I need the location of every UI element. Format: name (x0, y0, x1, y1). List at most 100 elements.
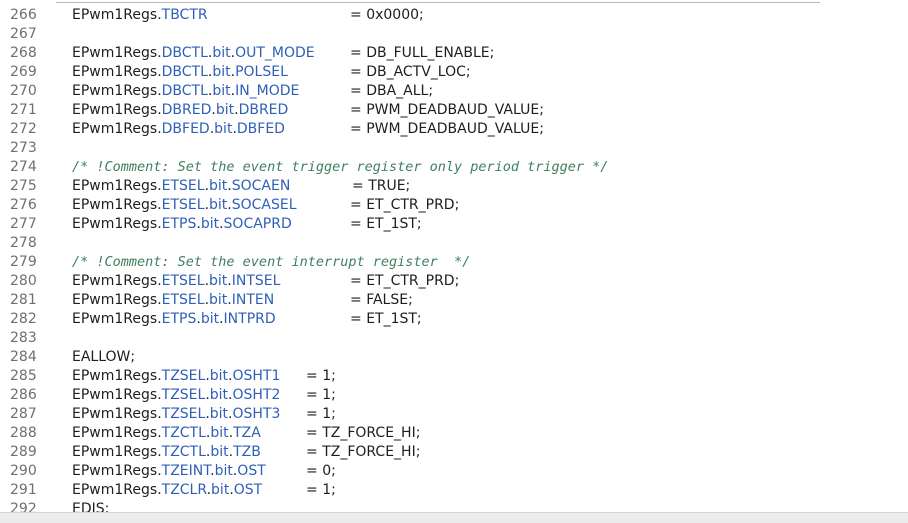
code-text: EPwm1Regs.DBCTL.bit.OUT_MODE (72, 44, 315, 63)
register-field: OST (237, 463, 266, 479)
code-line[interactable]: 288 EPwm1Regs.TZCTL.bit.TZA = TZ_FORCE_HI; (0, 424, 908, 443)
code-editor[interactable]: 266 EPwm1Regs.TBCTR = 0x0000; 267 268 EPwm1Re… (0, 0, 908, 523)
code-line[interactable]: 282 EPwm1Regs.ETPS.bit.INTPRD = ET_1ST; (0, 310, 908, 329)
register-object: EPwm1Regs (72, 292, 158, 308)
assigned-value: DBA_ALL; (366, 83, 434, 99)
line-number: 278 (10, 235, 37, 251)
register-object: EPwm1Regs (72, 121, 158, 137)
code-line[interactable]: 275 EPwm1Regs.ETSEL.bit.SOCAEN = TRUE; (0, 177, 908, 196)
assign-operator: = (350, 311, 362, 327)
code-line[interactable]: 285 EPwm1Regs.TZSEL.bit.OSHT1 = 1; (0, 367, 908, 386)
assign-operator: = (350, 121, 362, 137)
register-field: bit (212, 45, 231, 61)
code-line[interactable]: 271 EPwm1Regs.DBRED.bit.DBRED = PWM_DEADBA… (0, 101, 908, 120)
code-text: EPwm1Regs.DBCTL.bit.IN_MODE (72, 82, 299, 101)
assigned-value: FALSE; (366, 292, 413, 308)
assign-operator: = (306, 368, 318, 384)
assignment-rhs: = 1; (306, 405, 336, 424)
code-line[interactable]: 272 EPwm1Regs.DBFED.bit.DBFED = PWM_DEADBA… (0, 120, 908, 139)
code-text: EPwm1Regs.TZSEL.bit.OSHT1 (72, 367, 280, 386)
code-line[interactable]: 270 EPwm1Regs.DBCTL.bit.IN_MODE = DBA_ALL; (0, 82, 908, 101)
assigned-value: TZ_FORCE_HI; (322, 425, 421, 441)
register-object: EPwm1Regs (72, 197, 158, 213)
code-line[interactable]: 278 (0, 234, 908, 253)
code-lines: 266 EPwm1Regs.TBCTR = 0x0000; 267 268 EPwm1Re… (0, 6, 908, 519)
line-number: 270 (10, 83, 37, 99)
register-field: ETPS (161, 311, 197, 327)
register-field: DBRED (161, 102, 212, 118)
assigned-value: PWM_DEADBAUD_VALUE; (366, 102, 544, 118)
code-line[interactable]: 283 (0, 329, 908, 348)
code-line[interactable]: 267 (0, 25, 908, 44)
line-number: 281 (10, 292, 37, 308)
code-text: EPwm1Regs.TZCLR.bit.OST (72, 481, 262, 500)
line-number: 279 (10, 254, 37, 270)
line-number: 277 (10, 216, 37, 232)
register-field: OSHT2 (232, 387, 281, 403)
assign-operator: = (350, 45, 362, 61)
assigned-value: 1; (322, 406, 336, 422)
code-line[interactable]: 276 EPwm1Regs.ETSEL.bit.SOCASEL = ET_CTR_P… (0, 196, 908, 215)
assignment-rhs: = TZ_FORCE_HI; (306, 424, 420, 443)
register-field: bit (212, 83, 231, 99)
code-line[interactable]: 273 (0, 139, 908, 158)
code-line[interactable]: 281 EPwm1Regs.ETSEL.bit.INTEN = FALSE; (0, 291, 908, 310)
code-line[interactable]: 277 EPwm1Regs.ETPS.bit.SOCAPRD = ET_1ST; (0, 215, 908, 234)
assignment-rhs: = ET_1ST; (350, 310, 422, 329)
code-line[interactable]: 289 EPwm1Regs.TZCTL.bit.TZB = TZ_FORCE_HI; (0, 443, 908, 462)
register-object: EPwm1Regs (72, 311, 158, 327)
assigned-value: TRUE; (368, 178, 411, 194)
code-text: EPwm1Regs.ETSEL.bit.INTEN (72, 291, 274, 310)
register-field: OSHT1 (232, 368, 281, 384)
code-line[interactable]: 274 /* !Comment: Set the event trigger re… (0, 158, 908, 177)
assign-operator: = (350, 83, 362, 99)
code-line[interactable]: 287 EPwm1Regs.TZSEL.bit.OSHT3 = 1; (0, 405, 908, 424)
register-field: bit (209, 368, 229, 384)
register-object: EPwm1Regs (72, 425, 158, 441)
register-object: EPwm1Regs (72, 444, 158, 460)
assign-operator: = (350, 273, 362, 289)
line-number: 286 (10, 387, 37, 403)
register-object: EPwm1Regs (72, 482, 158, 498)
code-line[interactable]: 280 EPwm1Regs.ETSEL.bit.INTSEL = ET_CTR_PR… (0, 272, 908, 291)
register-field: DBCTL (161, 83, 208, 99)
code-line[interactable]: 284 EALLOW; (0, 348, 908, 367)
code-line[interactable]: 269 EPwm1Regs.DBCTL.bit.POLSEL = DB_ACTV_L… (0, 63, 908, 82)
line-number: 289 (10, 444, 37, 460)
code-text: EPwm1Regs.TZCTL.bit.TZB (72, 443, 261, 462)
line-number: 284 (10, 349, 37, 365)
code-line[interactable]: 279 /* !Comment: Set the event interrupt … (0, 253, 908, 272)
register-field: bit (210, 425, 229, 441)
register-object: EPwm1Regs (72, 216, 158, 232)
line-number: 274 (10, 159, 37, 175)
assigned-value: DB_ACTV_LOC; (366, 64, 471, 80)
register-field: DBCTL (161, 45, 208, 61)
code-line[interactable]: 290 EPwm1Regs.TZEINT.bit.OST = 0; (0, 462, 908, 481)
line-number: 275 (10, 178, 37, 194)
register-field: TBCTR (161, 7, 208, 23)
code-text: EPwm1Regs.TZCTL.bit.TZA (72, 424, 261, 443)
assigned-value: ET_CTR_PRD; (366, 273, 460, 289)
register-field: IN_MODE (235, 83, 300, 99)
register-field: OST (233, 482, 263, 498)
assignment-rhs: = DB_FULL_ENABLE; (350, 44, 494, 63)
register-object: EPwm1Regs (72, 463, 158, 479)
horizontal-scrollbar[interactable] (0, 512, 908, 523)
code-line[interactable]: 266 EPwm1Regs.TBCTR = 0x0000; (0, 6, 908, 25)
register-object: EPwm1Regs (72, 387, 158, 403)
code-line[interactable]: 286 EPwm1Regs.TZSEL.bit.OSHT2 = 1; (0, 386, 908, 405)
line-number: 283 (10, 330, 37, 346)
register-field: TZCTL (161, 425, 206, 441)
code-line[interactable]: 268 EPwm1Regs.DBCTL.bit.OUT_MODE = DB_FULL… (0, 44, 908, 63)
line-number: 266 (10, 7, 37, 23)
assignment-rhs: = PWM_DEADBAUD_VALUE; (350, 120, 544, 139)
code-line[interactable]: 291 EPwm1Regs.TZCLR.bit.OST = 1; (0, 481, 908, 500)
code-comment: /* !Comment: Set the event trigger regis… (72, 159, 609, 175)
register-field: bit (209, 406, 229, 422)
register-field: ETSEL (161, 197, 205, 213)
line-number: 267 (10, 26, 37, 42)
code-text: EPwm1Regs.ETPS.bit.INTPRD (72, 310, 276, 329)
code-text: EPwm1Regs.ETSEL.bit.INTSEL (72, 272, 280, 291)
register-field: INTEN (231, 292, 275, 308)
code-text: EPwm1Regs.ETSEL.bit.SOCASEL (72, 196, 297, 215)
